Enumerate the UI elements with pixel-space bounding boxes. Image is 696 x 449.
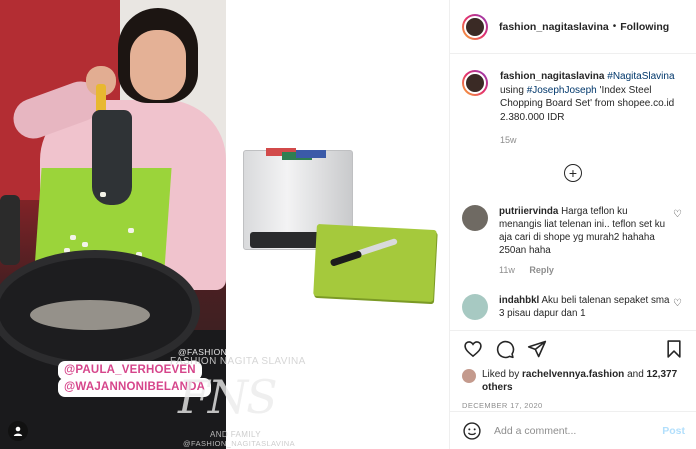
reply-button[interactable]: Reply <box>529 265 554 275</box>
liker-avatar[interactable] <box>462 369 476 383</box>
save-bookmark-icon[interactable] <box>663 338 685 360</box>
watermark-logo: FNS <box>178 370 278 424</box>
emoji-smiley-icon[interactable] <box>462 421 482 441</box>
post-media[interactable]: @PAULA_VERHOEVEN @WAJANNONIBELANDA @FASH… <box>0 0 449 449</box>
spatula <box>92 110 132 205</box>
comment-bubble-icon[interactable] <box>494 338 516 360</box>
header-username[interactable]: fashion_nagitaslavina <box>499 21 609 33</box>
hashtag-link[interactable]: #NagitaSlavina <box>607 71 674 82</box>
post-view: @PAULA_VERHOEVEN @WAJANNONIBELANDA @FASH… <box>0 0 696 449</box>
comment-like-heart-icon[interactable]: ♡ <box>673 298 682 309</box>
board-tab-blue <box>296 150 326 158</box>
caption-username[interactable]: fashion_nagitaslavina <box>500 71 604 82</box>
person-face <box>130 30 186 100</box>
comment-item: indahbkl Aku beli talenan sepaket sma 3 … <box>462 294 692 320</box>
tagged-users-icon[interactable] <box>8 421 28 441</box>
hashtag-link[interactable]: #JosephJoseph <box>527 85 597 96</box>
comment-timestamp[interactable]: 11w <box>499 265 515 275</box>
caption-text-using: using <box>500 84 524 96</box>
like-heart-icon[interactable] <box>462 338 484 360</box>
comment-username[interactable]: putriiervinda <box>499 206 558 217</box>
comment-item: putriiervinda Harga teflon ku menangis l… <box>462 205 692 277</box>
likes-summary: Liked by rachelvennya.fashion and 12,377… <box>462 368 685 394</box>
comment-avatar[interactable] <box>462 205 488 231</box>
post-caption: fashion_nagitaslavina #NagitaSlavina usi… <box>462 70 688 148</box>
share-paper-plane-icon[interactable] <box>526 338 548 360</box>
post-date[interactable]: DECEMBER 17, 2020 <box>462 401 685 410</box>
comment-username[interactable]: indahbkl <box>499 295 539 306</box>
watermark-handle-bottom: @FASHION_NAGITASLAVINA <box>183 439 295 448</box>
chopped-onion <box>128 228 134 233</box>
load-more-comments-button[interactable]: + <box>564 164 582 182</box>
post-actions: Liked by rachelvennya.fashion and 12,377… <box>450 330 696 410</box>
comment-avatar[interactable] <box>462 294 488 320</box>
post-comment-button[interactable]: Post <box>662 425 685 437</box>
watermark-family: AND FAMILY <box>210 430 261 439</box>
liker-username[interactable]: rachelvennya.fashion <box>522 369 624 380</box>
add-comment-bar: Add a comment... Post <box>450 411 696 449</box>
comment-like-heart-icon[interactable]: ♡ <box>673 209 682 220</box>
caption-timestamp[interactable]: 15w <box>500 134 685 148</box>
chopped-onion <box>82 242 88 247</box>
pan-food <box>30 300 150 330</box>
following-button[interactable]: Following <box>620 21 669 33</box>
caption-avatar[interactable] <box>462 70 488 96</box>
avatar[interactable] <box>462 13 488 40</box>
chopped-onion <box>100 192 106 197</box>
comment-input[interactable]: Add a comment... <box>494 425 662 437</box>
watermark-name: FASHION NAGITA SLAVINA <box>170 356 306 367</box>
post-side-panel: fashion_nagitaslavina • Following fashio… <box>449 0 696 449</box>
bottle <box>0 195 20 265</box>
likes-and: and <box>627 369 644 380</box>
likes-prefix: Liked by <box>482 369 520 380</box>
separator-dot: • <box>612 21 617 32</box>
chopped-onion <box>70 235 76 240</box>
post-header: fashion_nagitaslavina • Following <box>450 0 696 54</box>
